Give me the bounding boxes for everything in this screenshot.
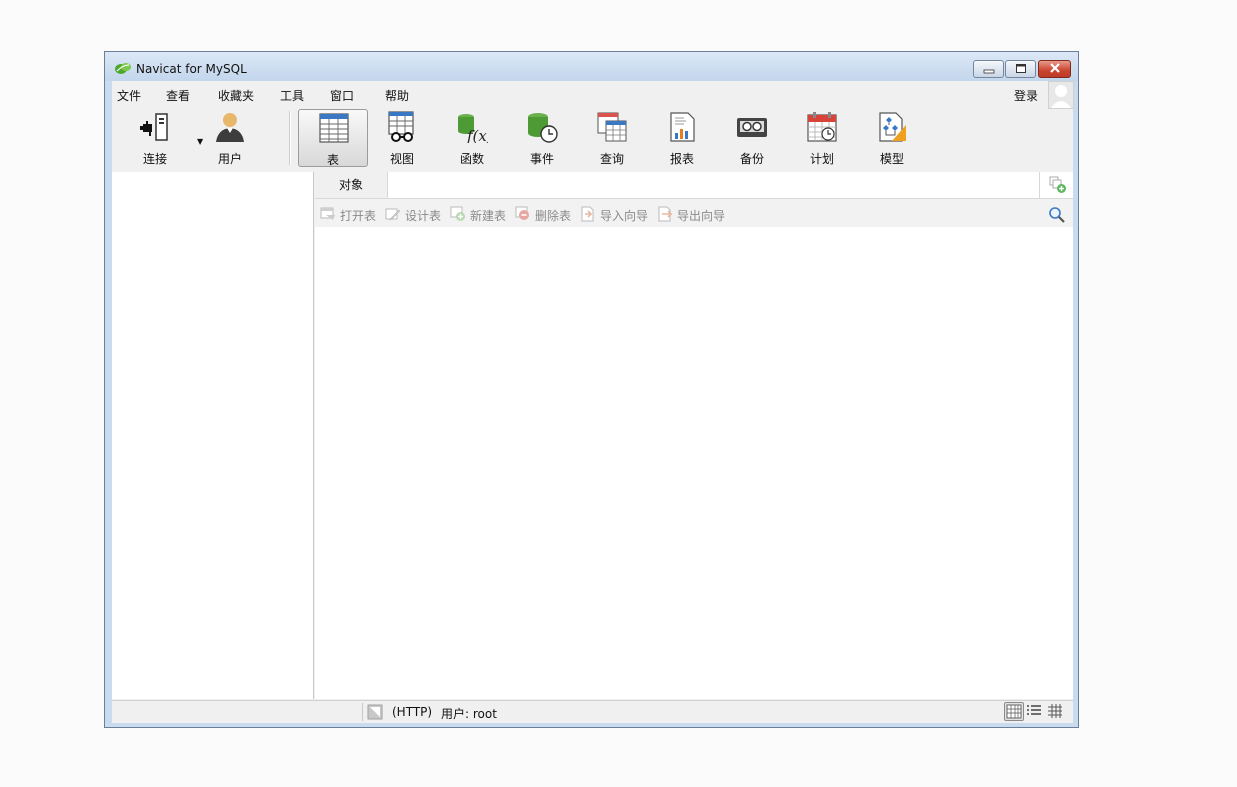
user-label: 用户 [217,152,242,166]
detail-view-icon [1048,704,1062,718]
reports-label: 报表 [669,152,694,166]
backup-tape-icon [737,118,767,137]
svg-text:f(x): f(x) [466,127,488,143]
delete-table-label: 删除表 [535,209,572,223]
event-clock-icon [528,113,558,143]
schedule-label: 计划 [809,152,834,166]
events-button[interactable]: 事件 [509,109,575,167]
client-area: 文件 查看 收藏夹 工具 窗口 帮助 登录 ▼ 连接 用户 表 视图 f(x 函… [112,81,1074,723]
object-toolbar: 打开表 设计表 新建表 删除表 导入向导 导出向导 [315,199,1073,227]
tables-label: 表 [326,153,339,167]
function-fx-icon: f(x) [458,114,488,143]
backup-label: 备份 [739,152,764,166]
queries-button[interactable]: 查询 [579,109,645,167]
minimize-button[interactable] [973,60,1004,78]
list-view-icon [1027,705,1041,715]
maximize-button[interactable] [1005,60,1036,78]
reports-button[interactable]: 报表 [649,109,715,167]
connection-status-icon [367,704,383,720]
events-label: 事件 [529,152,554,166]
new-tab-button[interactable] [1039,172,1074,198]
menu-tools[interactable]: 工具 [280,87,304,104]
new-tab-icon [1049,176,1066,193]
object-pane: 对象 打开表 设计表 新建表 删除表 导入向导 导出向导 [315,172,1073,699]
tab-object[interactable]: 对象 [315,172,388,198]
navicat-logo-icon [115,63,131,74]
grid-view-button[interactable] [1004,702,1024,721]
schedule-button[interactable]: 计划 [789,109,855,167]
status-bar: (HTTP) 用户: root [112,700,1073,723]
functions-label: 函数 [459,152,484,166]
login-link[interactable]: 登录 [1014,87,1038,104]
main-toolbar: ▼ 连接 用户 表 视图 f(x 函数 事件 查询 报表 备份 计划 模型 [112,105,1073,171]
query-icon [597,112,627,142]
import-wizard-label: 导入向导 [600,209,649,223]
close-icon [1049,63,1060,73]
report-icon [670,112,695,142]
connect-label: 连接 [142,152,167,166]
close-button[interactable] [1038,60,1071,78]
design-table-icon [385,208,401,221]
search-icon [1049,207,1065,223]
menu-window[interactable]: 窗口 [330,87,354,104]
export-wizard-label: 导出向导 [677,209,726,223]
model-label: 模型 [879,152,904,166]
menu-help[interactable]: 帮助 [385,87,409,104]
app-window: Navicat for MySQL 文件 查看 收藏夹 工具 窗口 帮助 登录 [104,51,1079,728]
connect-plug-icon [140,113,168,141]
menu-bar: 文件 查看 收藏夹 工具 窗口 帮助 登录 [112,81,1074,109]
open-table-label: 打开表 [340,209,377,223]
views-button[interactable]: 视图 [369,109,435,167]
tables-button[interactable]: 表 [298,109,368,167]
backup-button[interactable]: 备份 [719,109,785,167]
list-view-button[interactable] [1025,702,1045,721]
connect-button[interactable]: ▼ 连接 [122,109,203,167]
functions-button[interactable]: f(x) 函数 [439,109,505,167]
status-protocol: (HTTP) [392,705,433,719]
icon-grid-view-icon [1006,704,1022,719]
view-glasses-icon [388,111,414,142]
open-table-icon [320,207,335,220]
user-button[interactable]: 用户 [197,109,263,167]
menu-file[interactable]: 文件 [117,87,141,104]
menu-view[interactable]: 查看 [166,87,190,104]
export-wizard-icon [658,206,673,222]
user-icon [216,113,244,142]
title-bar[interactable]: Navicat for MySQL [105,52,1078,81]
tab-strip: 对象 [315,172,1073,199]
maximize-icon [1015,64,1026,73]
connection-tree-pane[interactable] [112,172,314,699]
toolbar-separator [289,111,291,165]
table-icon [319,113,349,143]
delete-table-icon [515,206,529,220]
queries-label: 查询 [599,152,624,166]
detail-view-button[interactable] [1046,702,1066,721]
schedule-calendar-icon [807,112,837,142]
status-user: 用户: root [441,707,497,721]
import-wizard-icon [581,206,594,222]
design-table-label: 设计表 [405,209,442,223]
menu-favorites[interactable]: 收藏夹 [218,87,254,104]
search-button[interactable] [1048,206,1066,224]
status-separator [362,703,363,721]
minimize-icon [983,69,994,74]
window-title: Navicat for MySQL [136,62,247,76]
model-button[interactable]: 模型 [859,109,925,167]
new-table-label: 新建表 [470,209,507,223]
model-diagram-icon [879,112,906,142]
views-label: 视图 [389,152,414,166]
new-table-icon [450,206,465,221]
